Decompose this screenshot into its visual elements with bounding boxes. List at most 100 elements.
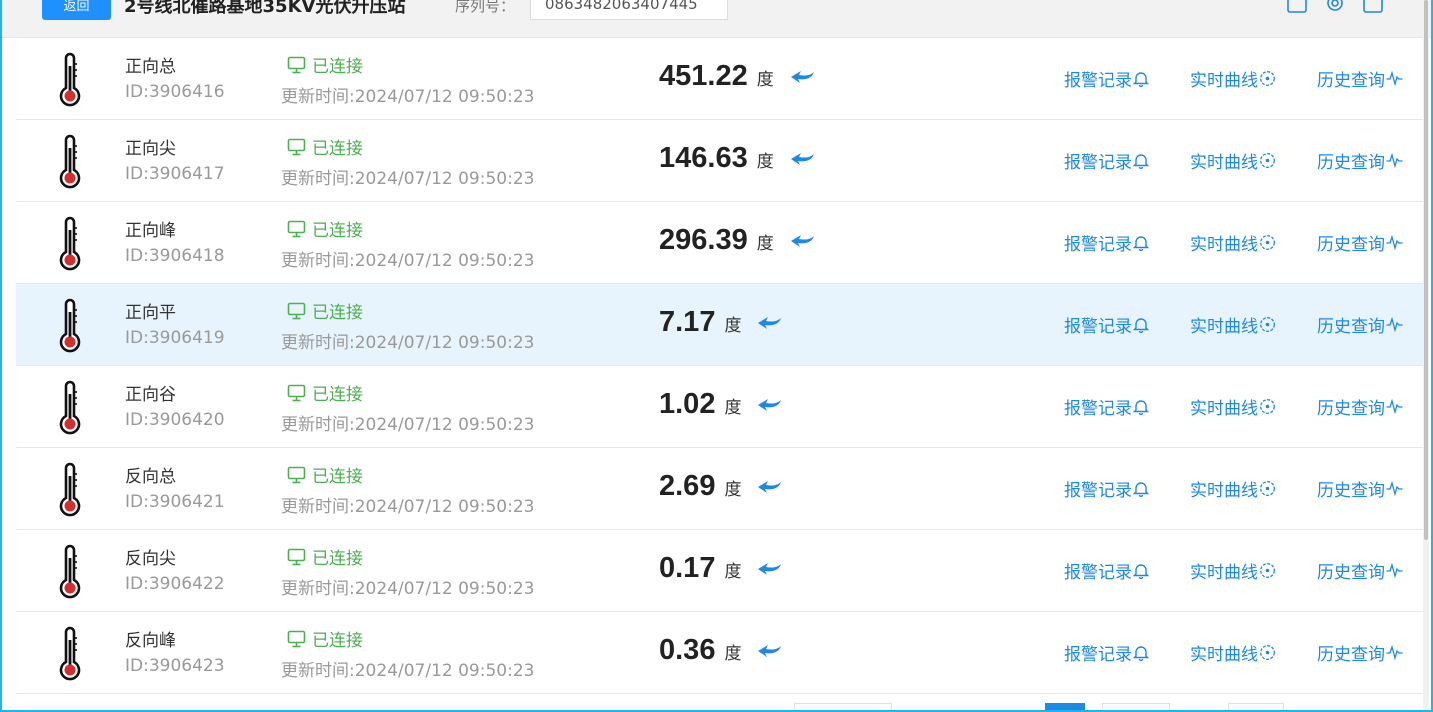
reply-arrow-icon (790, 152, 814, 165)
history-query-link[interactable]: 历史查询 (1317, 312, 1403, 337)
history-query-link[interactable]: 历史查询 (1317, 476, 1403, 501)
alarm-record-label: 报警记录 (1064, 71, 1132, 91)
alarm-record-link[interactable]: 报警记录 (1064, 148, 1149, 173)
reading: 1.02 度 (659, 388, 783, 421)
history-query-label: 历史查询 (1317, 399, 1385, 419)
history-query-link[interactable]: 历史查询 (1317, 230, 1403, 255)
realtime-curve-link[interactable]: 实时曲线 (1190, 640, 1276, 665)
reading-unit: 度 (756, 152, 774, 172)
reading-value: 0.17 (659, 552, 716, 584)
connection-status: 已连接 (287, 380, 363, 405)
realtime-curve-link[interactable]: 实时曲线 (1190, 558, 1276, 583)
monitor-icon (287, 220, 306, 237)
realtime-curve-link[interactable]: 实时曲线 (1190, 230, 1276, 255)
reply-arrow-icon (758, 562, 782, 575)
scrollbar[interactable] (1423, 0, 1429, 710)
realtime-curve-label: 实时曲线 (1190, 645, 1258, 665)
pagination-jump[interactable] (1228, 703, 1284, 710)
bell-icon (1133, 564, 1149, 579)
gear-icon[interactable] (1324, 0, 1346, 14)
realtime-curve-label: 实时曲线 (1190, 563, 1258, 583)
table-row: 正向总 ID:3906416 已连接 更新时间:2024/07/12 09:50… (16, 38, 1426, 120)
history-query-link[interactable]: 历史查询 (1317, 640, 1403, 665)
target-icon (1260, 563, 1275, 578)
realtime-curve-link[interactable]: 实时曲线 (1190, 148, 1276, 173)
reading-value: 2.69 (659, 470, 716, 502)
update-time: 更新时间:2024/07/12 09:50:23 (281, 251, 535, 271)
update-time: 更新时间:2024/07/12 09:50:23 (281, 169, 535, 189)
update-time: 更新时间:2024/07/12 09:50:23 (281, 333, 535, 353)
export-icon[interactable] (1362, 0, 1384, 14)
alarm-record-link[interactable]: 报警记录 (1064, 230, 1149, 255)
realtime-curve-link[interactable]: 实时曲线 (1190, 66, 1276, 91)
target-icon (1260, 317, 1275, 332)
realtime-curve-label: 实时曲线 (1190, 399, 1258, 419)
history-query-link[interactable]: 历史查询 (1317, 148, 1403, 173)
scrollbar-thumb[interactable] (1424, 0, 1428, 540)
table-row: 反向总 ID:3906421 已连接 更新时间:2024/07/12 09:50… (16, 448, 1426, 530)
target-icon (1260, 481, 1275, 496)
thermometer-icon (59, 52, 81, 107)
alarm-record-link[interactable]: 报警记录 (1064, 558, 1149, 583)
bell-icon (1133, 236, 1149, 251)
pulse-icon (1386, 153, 1403, 168)
sensor-name: 正向平 (125, 303, 176, 323)
reading-unit: 度 (724, 398, 742, 418)
alarm-record-link[interactable]: 报警记录 (1064, 640, 1149, 665)
alarm-record-link[interactable]: 报警记录 (1064, 66, 1149, 91)
connection-status: 已连接 (287, 462, 363, 487)
realtime-curve-label: 实时曲线 (1190, 481, 1258, 501)
device-list: 正向总 ID:3906416 已连接 更新时间:2024/07/12 09:50… (16, 38, 1426, 694)
status-label: 已连接 (312, 385, 363, 405)
monitor-icon (287, 384, 306, 401)
bell-icon (1133, 482, 1149, 497)
history-query-link[interactable]: 历史查询 (1317, 66, 1403, 91)
reading: 146.63 度 (659, 142, 816, 175)
alarm-record-label: 报警记录 (1064, 235, 1132, 255)
reading-value: 7.17 (659, 306, 716, 338)
window-icon[interactable] (1286, 0, 1308, 14)
target-icon (1260, 153, 1275, 168)
status-label: 已连接 (312, 221, 363, 241)
history-query-label: 历史查询 (1317, 481, 1385, 501)
table-row: 正向谷 ID:3906420 已连接 更新时间:2024/07/12 09:50… (16, 366, 1426, 448)
reading: 0.17 度 (659, 552, 783, 585)
alarm-record-link[interactable]: 报警记录 (1064, 476, 1149, 501)
reading-value: 296.39 (659, 224, 748, 256)
history-query-link[interactable]: 历史查询 (1317, 558, 1403, 583)
realtime-curve-link[interactable]: 实时曲线 (1190, 476, 1276, 501)
realtime-curve-link[interactable]: 实时曲线 (1190, 312, 1276, 337)
pulse-icon (1386, 235, 1403, 250)
back-button[interactable]: 返回 (42, 0, 111, 20)
top-header: 返回 2号线北催路基地35KV光伏升压站 序列号： 08634820634074… (2, 0, 1431, 38)
alarm-record-link[interactable]: 报警记录 (1064, 312, 1149, 337)
reply-arrow-icon (790, 234, 814, 247)
pagination-next[interactable] (1102, 703, 1170, 710)
bell-icon (1133, 72, 1149, 87)
update-time: 更新时间:2024/07/12 09:50:23 (281, 87, 535, 107)
status-label: 已连接 (312, 139, 363, 159)
alarm-record-link[interactable]: 报警记录 (1064, 394, 1149, 419)
history-query-label: 历史查询 (1317, 71, 1385, 91)
update-time: 更新时间:2024/07/12 09:50:23 (281, 661, 535, 681)
reply-arrow-icon (758, 316, 782, 329)
pagination-current-page[interactable] (1045, 703, 1085, 710)
update-time: 更新时间:2024/07/12 09:50:23 (281, 415, 535, 435)
sensor-name: 反向尖 (125, 549, 176, 569)
history-query-label: 历史查询 (1317, 563, 1385, 583)
sensor-id: ID:3906419 (125, 328, 225, 348)
reading-unit: 度 (724, 562, 742, 582)
history-query-link[interactable]: 历史查询 (1317, 394, 1403, 419)
realtime-curve-link[interactable]: 实时曲线 (1190, 394, 1276, 419)
sensor-name: 正向总 (125, 57, 176, 77)
serial-field[interactable]: 0863482063407445 (530, 0, 728, 20)
page-title: 2号线北催路基地35KV光伏升压站 (124, 0, 406, 17)
reading-unit: 度 (756, 234, 774, 254)
pulse-icon (1386, 481, 1403, 496)
pagination-prev[interactable] (794, 703, 892, 710)
table-row: 正向平 ID:3906419 已连接 更新时间:2024/07/12 09:50… (16, 284, 1426, 366)
reading-value: 451.22 (659, 60, 748, 92)
alarm-record-label: 报警记录 (1064, 645, 1132, 665)
thermometer-icon (59, 626, 81, 681)
history-query-label: 历史查询 (1317, 235, 1385, 255)
